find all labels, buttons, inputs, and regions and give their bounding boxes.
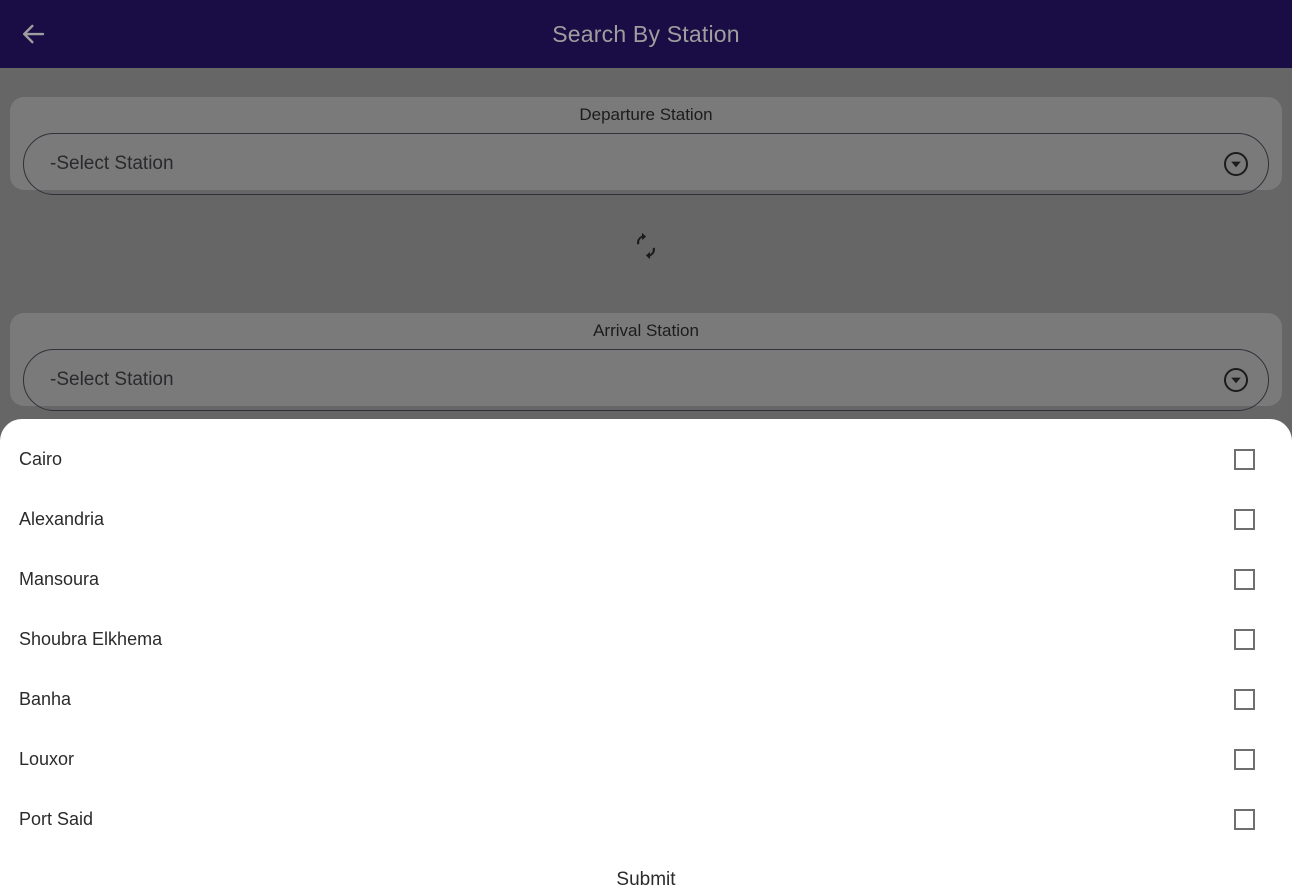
station-option-row[interactable]: Port Said xyxy=(0,789,1292,849)
station-option-checkbox[interactable] xyxy=(1234,448,1255,470)
station-option-label: Port Said xyxy=(19,808,94,829)
station-option-list: Cairo Alexandria Mansoura Shoubra Elkhema Ba… xyxy=(0,419,1292,849)
departure-station-label: Departure Station xyxy=(579,105,713,124)
station-option-checkbox[interactable] xyxy=(1234,748,1255,770)
arrival-station-value: -Select Station xyxy=(50,369,174,390)
departure-station-select[interactable]: -Select Station xyxy=(23,133,1269,195)
station-option-label: Shoubra Elkhema xyxy=(19,628,163,649)
back-button[interactable] xyxy=(0,0,66,68)
station-option-label: Louxor xyxy=(19,748,75,769)
departure-station-card: Departure Station -Select Station xyxy=(10,97,1282,195)
station-option-row[interactable]: Louxor xyxy=(0,729,1292,789)
arrival-station-card: Arrival Station -Select Station xyxy=(10,313,1282,411)
station-option-checkbox[interactable] xyxy=(1234,628,1255,650)
station-option-row[interactable]: Mansoura xyxy=(0,549,1292,609)
station-option-row[interactable]: Banha xyxy=(0,669,1292,729)
arrow-left-icon xyxy=(18,19,48,49)
arrival-station-select[interactable]: -Select Station xyxy=(23,349,1269,411)
app-bar: Search By Station xyxy=(0,0,1292,68)
station-option-label: Cairo xyxy=(19,448,63,469)
station-option-label: Mansoura xyxy=(19,568,100,589)
station-option-checkbox[interactable] xyxy=(1234,508,1255,530)
station-option-checkbox[interactable] xyxy=(1234,808,1255,830)
station-option-row[interactable]: Cairo xyxy=(0,429,1292,489)
arrival-station-label: Arrival Station xyxy=(593,321,699,340)
station-options-sheet: Cairo Alexandria Mansoura Shoubra Elkhema Ba… xyxy=(0,419,1292,895)
page-title: Search By Station xyxy=(552,21,740,47)
submit-button-label: Submit xyxy=(616,869,676,890)
swap-stations-row xyxy=(0,228,1292,268)
submit-button[interactable]: Submit xyxy=(0,849,1292,895)
chevron-down-circle-icon[interactable] xyxy=(1223,367,1249,393)
station-option-checkbox[interactable] xyxy=(1234,568,1255,590)
swap-stations-button[interactable] xyxy=(626,228,666,268)
station-option-row[interactable]: Shoubra Elkhema xyxy=(0,609,1292,669)
departure-station-value: -Select Station xyxy=(50,153,174,174)
station-option-label: Banha xyxy=(19,688,72,709)
station-option-checkbox[interactable] xyxy=(1234,688,1255,710)
swap-vertical-icon xyxy=(633,232,659,264)
station-option-row[interactable]: Alexandria xyxy=(0,489,1292,549)
chevron-down-circle-icon[interactable] xyxy=(1223,151,1249,177)
station-option-label: Alexandria xyxy=(19,508,105,529)
